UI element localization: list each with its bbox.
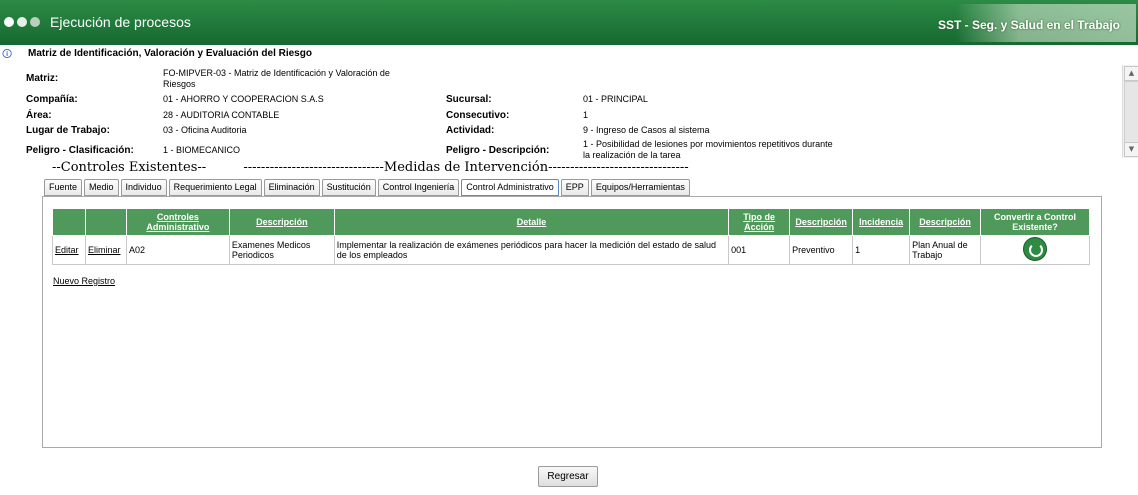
app-header: Ejecución de procesos SST - Seg. y Salud…: [0, 0, 1138, 45]
convert-cell: [980, 235, 1090, 265]
area-value: 28 - AUDITORIA CONTABLE: [163, 110, 280, 120]
brand-label: SST - Seg. y Salud en el Trabajo: [937, 18, 1120, 32]
column-header-convertir: Convertir a Control Existente?: [980, 208, 1090, 236]
column-header-edit: [52, 208, 86, 236]
area-label: Área:: [26, 110, 52, 121]
column-header-tipo-descripcion[interactable]: Descripción: [789, 208, 854, 236]
page-title: Matriz de Identificación, Valoración y E…: [28, 48, 312, 59]
detalle-cell: Implementar la realización de exámenes p…: [333, 235, 730, 265]
lugar-label: Lugar de Trabajo:: [26, 125, 110, 136]
code-cell: A02: [125, 235, 230, 265]
tab-eliminacion[interactable]: Eliminación: [263, 179, 320, 196]
tab-requerimiento-legal[interactable]: Requerimiento Legal: [168, 179, 262, 196]
info-icon: 🛈: [2, 49, 13, 60]
tab-medio[interactable]: Medio: [84, 179, 119, 196]
column-header-tipo-accion[interactable]: Tipo de Acción: [728, 208, 791, 236]
compania-label: Compañía:: [26, 94, 78, 105]
tipo-descripcion-cell: Preventivo: [789, 235, 854, 265]
delete-link[interactable]: Eliminar: [88, 245, 121, 255]
peligro-clasificacion-label: Peligro - Clasificación:: [26, 145, 134, 156]
descripcion-cell: Examenes Medicos Periodicos: [228, 235, 335, 265]
edit-link[interactable]: Editar: [55, 245, 79, 255]
incidencia-cell: 1: [852, 235, 911, 265]
tab-control-ingenieria[interactable]: Control Ingeniería: [377, 179, 460, 196]
peligro-clasificacion-value: 1 - BIOMECANICO: [163, 145, 241, 155]
column-header-descripcion[interactable]: Descripción: [228, 208, 335, 236]
sucursal-value: 01 - PRINCIPAL: [583, 94, 648, 104]
column-header-controles[interactable]: Controles Administrativo: [125, 208, 230, 236]
app-title: Ejecución de procesos: [50, 14, 191, 30]
peligro-descripcion-label: Peligro - Descripción:: [446, 145, 550, 156]
scroll-thumb[interactable]: [1124, 81, 1138, 143]
dot-icon: [4, 17, 14, 27]
controles-table: Controles Administrativo Descripción Det…: [52, 208, 1090, 265]
actividad-value: 9 - Ingreso de Casos al sistema: [583, 125, 710, 135]
matriz-label: Matriz:: [26, 73, 59, 84]
incidencia-descripcion-cell: Plan Anual de Trabajo: [909, 235, 982, 265]
column-header-delete: [84, 208, 127, 236]
refresh-icon[interactable]: [1023, 237, 1048, 261]
tab-control-administrativo[interactable]: Control Administrativo: [461, 179, 559, 196]
column-header-incidencia-descripcion[interactable]: Descripción: [909, 208, 982, 236]
regresar-button[interactable]: Regresar: [538, 466, 598, 487]
consecutivo-label: Consecutivo:: [446, 110, 510, 121]
peligro-descripcion-value: 1 - Posibilidad de lesiones por movimien…: [583, 139, 833, 160]
nuevo-registro-link[interactable]: Nuevo Registro: [53, 276, 115, 286]
tab-sustitucion[interactable]: Sustitución: [321, 179, 376, 196]
consecutivo-value: 1: [583, 110, 589, 120]
window-dots: [4, 17, 40, 27]
dot-icon: [17, 17, 27, 27]
section-divider-text: --Controles Existentes-- ---------------…: [52, 160, 689, 175]
tab-bar: Fuente Medio Individuo Requerimiento Leg…: [44, 179, 690, 196]
dot-icon: [30, 17, 40, 27]
tab-equipos-herramientas[interactable]: Equipos/Herramientas: [590, 179, 690, 196]
column-header-detalle[interactable]: Detalle: [333, 208, 730, 236]
table-row: Editar Eliminar A02 Examenes Medicos Per…: [52, 235, 1090, 265]
lugar-value: 03 - Oficina Auditoria: [163, 125, 247, 135]
compania-value: 01 - AHORRO Y COOPERACION S.A.S: [163, 94, 324, 104]
delete-cell: Eliminar: [84, 235, 127, 265]
matriz-value: FO-MIPVER-03 - Matriz de Identificación …: [163, 68, 390, 89]
scroll-down-icon[interactable]: ▼: [1124, 142, 1138, 157]
tab-fuente[interactable]: Fuente: [44, 179, 83, 196]
edit-cell: Editar: [52, 235, 86, 265]
sucursal-label: Sucursal:: [446, 94, 492, 105]
table-header-row: Controles Administrativo Descripción Det…: [52, 208, 1090, 236]
vertical-scrollbar[interactable]: ▲ ▼: [1122, 65, 1138, 158]
tipo-accion-cell: 001: [728, 235, 791, 265]
scroll-up-icon[interactable]: ▲: [1124, 66, 1138, 81]
tab-individuo[interactable]: Individuo: [120, 179, 167, 196]
column-header-incidencia[interactable]: Incidencia: [852, 208, 911, 236]
actividad-label: Actividad:: [446, 125, 495, 136]
tab-epp[interactable]: EPP: [560, 179, 589, 196]
